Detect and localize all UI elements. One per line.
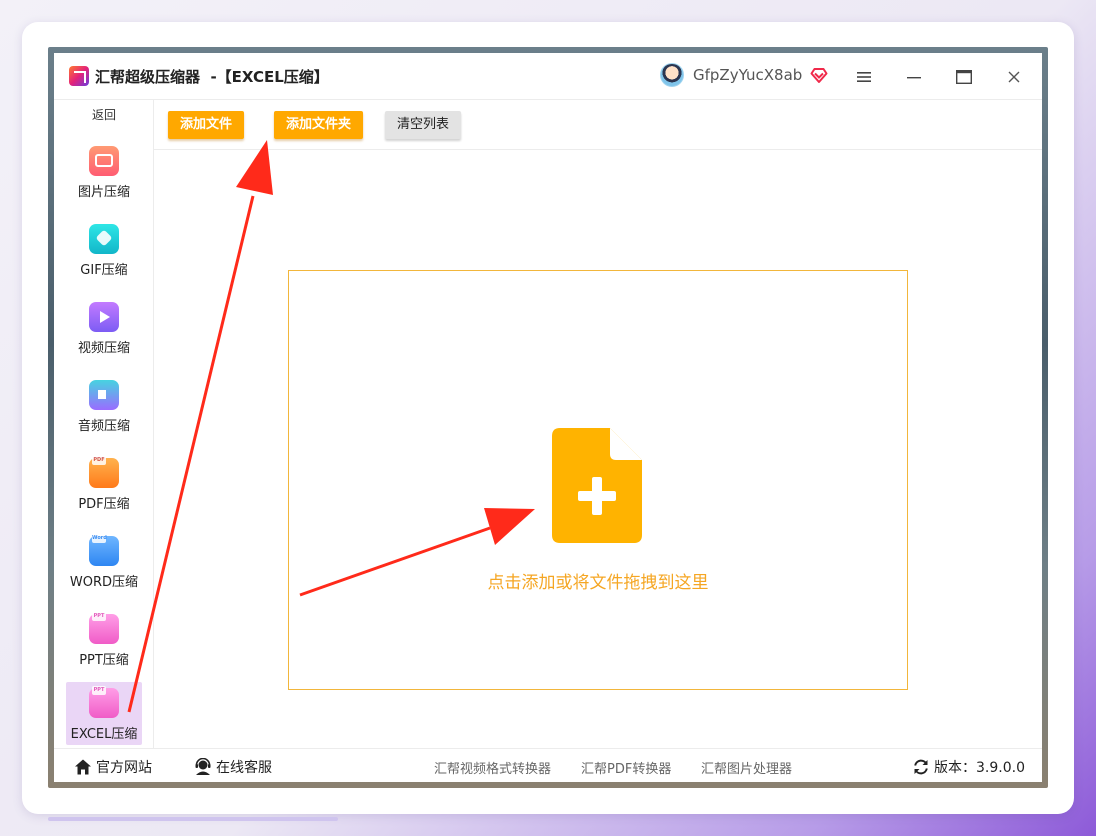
back-link[interactable]: 返回 bbox=[54, 106, 154, 123]
username[interactable]: GfpZyYucX8ab bbox=[693, 66, 802, 84]
online-support-link[interactable]: 在线客服 bbox=[194, 757, 272, 777]
hamburger-icon bbox=[857, 72, 871, 82]
sidebar-item-label: 音频压缩 bbox=[77, 419, 130, 434]
video-compress-icon bbox=[89, 302, 119, 332]
title-bar: 汇帮超级压缩器 -【EXCEL压缩】 GfpZyYucX8ab bbox=[54, 53, 1042, 100]
app-window: 汇帮超级压缩器 -【EXCEL压缩】 GfpZyYucX8ab 返回 图片压缩 … bbox=[54, 53, 1042, 782]
minimize-button[interactable] bbox=[902, 65, 926, 89]
user-area[interactable]: GfpZyYucX8ab bbox=[660, 63, 828, 87]
video-converter-link[interactable]: 汇帮视频格式转换器 bbox=[434, 758, 551, 777]
maximize-button[interactable] bbox=[952, 65, 976, 89]
sidebar-item-label: PDF压缩 bbox=[78, 497, 130, 512]
sidebar-item-label: GIF压缩 bbox=[80, 263, 128, 278]
drop-hint[interactable]: 点击添加或将文件拖拽到这里 bbox=[289, 568, 907, 593]
maximize-icon bbox=[956, 70, 972, 84]
vip-diamond-icon[interactable] bbox=[810, 66, 828, 84]
ppt-compress-icon: PPT bbox=[89, 612, 119, 644]
customer-service-icon bbox=[195, 758, 211, 775]
image-compress-icon bbox=[89, 146, 119, 176]
sidebar-item-image[interactable]: 图片压缩 bbox=[66, 140, 142, 206]
version-label: 版本：3.9.0.0 bbox=[934, 760, 1025, 776]
add-folder-button[interactable]: 添加文件夹 bbox=[274, 111, 364, 139]
toolbar: 添加文件 添加文件夹 清空列表 bbox=[154, 100, 1042, 150]
sidebar-item-video[interactable]: 视频压缩 bbox=[66, 296, 142, 362]
file-drop-zone[interactable]: 点击添加或将文件拖拽到这里 bbox=[288, 270, 908, 690]
add-file-icon[interactable] bbox=[552, 428, 642, 543]
sidebar-item-pdf[interactable]: PDF PDF压缩 bbox=[66, 452, 142, 518]
sidebar-item-word[interactable]: Word WORD压缩 bbox=[66, 530, 142, 596]
main-area: 返回 图片压缩 GIF压缩 视频压缩 音频压缩 PDF PDF压缩 Word W… bbox=[54, 100, 1042, 748]
sidebar-item-label: WORD压缩 bbox=[69, 575, 139, 590]
official-site-label: 官方网站 bbox=[96, 760, 152, 776]
excel-compress-icon: PPT bbox=[89, 686, 119, 718]
close-icon bbox=[1008, 71, 1020, 83]
pdf-compress-icon: PDF bbox=[89, 456, 119, 488]
close-button[interactable] bbox=[1002, 65, 1026, 89]
sidebar-item-label: PPT压缩 bbox=[79, 653, 129, 668]
avatar[interactable] bbox=[660, 63, 684, 87]
sidebar: 返回 图片压缩 GIF压缩 视频压缩 音频压缩 PDF PDF压缩 Word W… bbox=[54, 100, 154, 748]
refresh-icon bbox=[914, 759, 928, 775]
app-title: 汇帮超级压缩器 -【EXCEL压缩】 bbox=[95, 67, 329, 86]
menu-button[interactable] bbox=[852, 65, 876, 89]
clear-list-button[interactable]: 清空列表 bbox=[385, 111, 462, 139]
version-info[interactable]: 版本：3.9.0.0 bbox=[912, 757, 1025, 777]
sidebar-item-label: 图片压缩 bbox=[77, 185, 130, 200]
online-support-label: 在线客服 bbox=[216, 760, 272, 776]
decorative-strip bbox=[48, 817, 338, 821]
content-area: 添加文件 添加文件夹 清空列表 点击添加或将文件拖拽到这里 bbox=[154, 100, 1042, 748]
sidebar-item-label: EXCEL压缩 bbox=[70, 727, 138, 742]
app-logo-icon bbox=[69, 66, 89, 86]
sidebar-item-ppt[interactable]: PPT PPT压缩 bbox=[66, 608, 142, 674]
sidebar-item-label: 视频压缩 bbox=[77, 341, 130, 356]
image-processor-link[interactable]: 汇帮图片处理器 bbox=[701, 758, 792, 777]
gif-compress-icon bbox=[89, 224, 119, 254]
add-file-button[interactable]: 添加文件 bbox=[168, 111, 245, 139]
sidebar-item-gif[interactable]: GIF压缩 bbox=[66, 218, 142, 284]
word-compress-icon: Word bbox=[89, 534, 119, 566]
footer: 官方网站 在线客服 汇帮视频格式转换器 汇帮PDF转换器 汇帮图片处理器 版本：… bbox=[54, 748, 1042, 782]
sidebar-item-audio[interactable]: 音频压缩 bbox=[66, 374, 142, 440]
audio-compress-icon bbox=[89, 380, 119, 410]
official-site-link[interactable]: 官方网站 bbox=[74, 757, 152, 777]
pdf-converter-link[interactable]: 汇帮PDF转换器 bbox=[581, 758, 671, 777]
home-icon bbox=[75, 759, 91, 775]
minimize-icon bbox=[907, 77, 921, 79]
sidebar-item-excel[interactable]: PPT EXCEL压缩 bbox=[66, 682, 142, 745]
